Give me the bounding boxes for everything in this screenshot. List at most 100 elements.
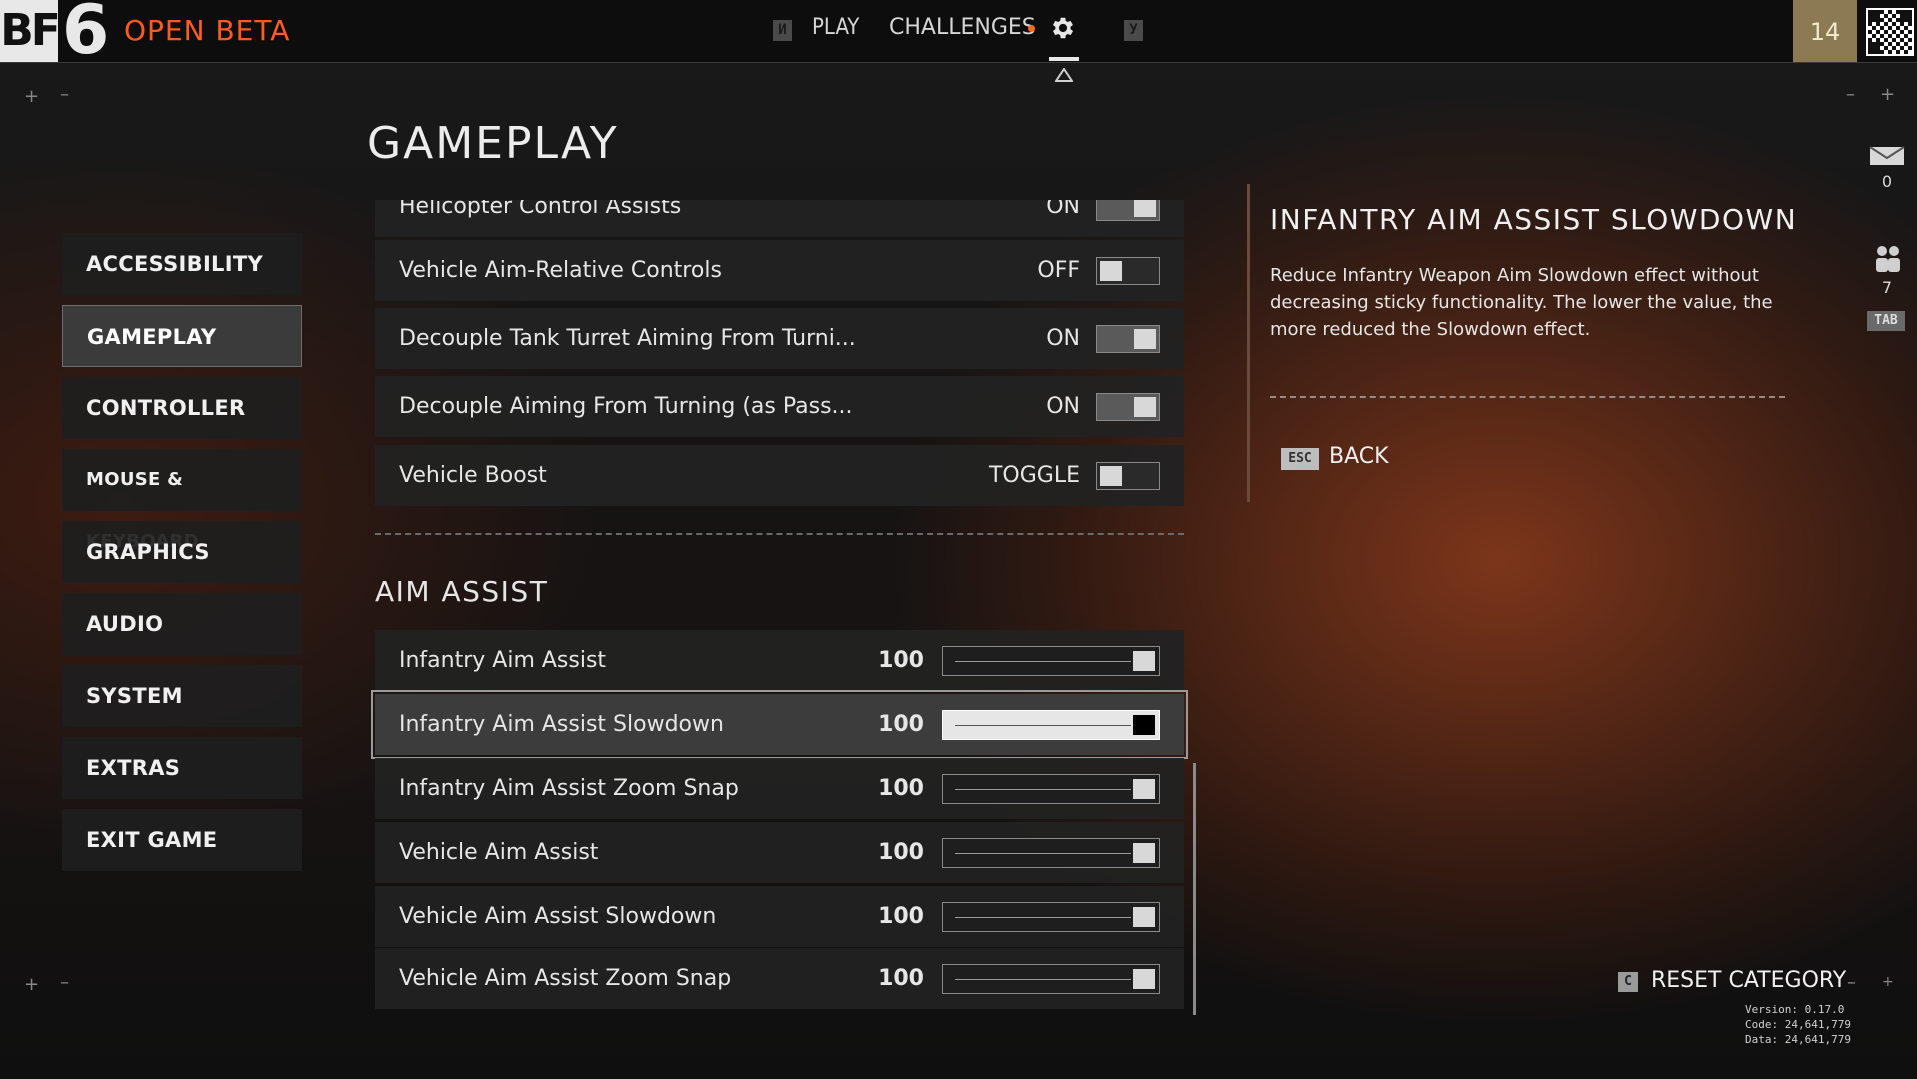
setting-value: 100: [878, 840, 924, 865]
triangle-up-icon: [1055, 68, 1073, 82]
version-text: Version: 0.17.0: [1745, 1003, 1845, 1016]
sidebar-item-controller[interactable]: CONTROLLER: [62, 377, 302, 439]
setting-value: ON: [1046, 326, 1080, 351]
mail-icon[interactable]: [1869, 146, 1905, 166]
build-info: Version: 0.17.0 Code: 24,641,779 Data: 2…: [1745, 1002, 1851, 1047]
reset-category-button[interactable]: RESET CATEGORY: [1651, 968, 1846, 993]
setting-label: Decouple Tank Turret Aiming From Turni..…: [399, 326, 856, 351]
setting-label: Infantry Aim Assist Slowdown: [399, 712, 724, 737]
active-tab-indicator: [1049, 57, 1079, 61]
info-panel-divider: [1270, 396, 1785, 398]
corner-mark: +: [1880, 84, 1896, 105]
sidebar-item-graphics[interactable]: GRAPHICS: [62, 521, 302, 583]
sidebar-item-gameplay[interactable]: GAMEPLAY: [62, 305, 302, 367]
gear-icon[interactable]: [1049, 14, 1077, 42]
squad-count: 7: [1881, 278, 1893, 297]
toggle-switch[interactable]: [1096, 462, 1160, 490]
slider-thumb[interactable]: [1133, 969, 1155, 989]
code-text: Code: 24,641,779: [1745, 1018, 1851, 1031]
setting-row[interactable]: Vehicle Aim-Relative Controls OFF: [375, 240, 1184, 301]
toggle-switch[interactable]: [1096, 393, 1160, 421]
slider-thumb[interactable]: [1133, 779, 1155, 799]
setting-value: OFF: [1037, 258, 1080, 283]
data-text: Data: 24,641,779: [1745, 1033, 1851, 1046]
corner-mark: +: [24, 974, 40, 995]
game-logo-number: 6: [62, 0, 110, 70]
setting-row[interactable]: Vehicle Aim Assist Slowdown 100: [375, 886, 1184, 947]
player-emblem-icon[interactable]: [1866, 8, 1914, 56]
sidebar-item-exit-game[interactable]: EXIT GAME: [62, 809, 302, 871]
slider[interactable]: [942, 964, 1160, 994]
corner-mark: –: [1846, 84, 1855, 105]
sidebar-item-mouse-keyboard[interactable]: MOUSE & KEYBOARD: [62, 449, 302, 552]
setting-label: Vehicle Aim Assist Zoom Snap: [399, 966, 732, 991]
tab-play[interactable]: PLAY: [812, 15, 859, 40]
setting-row[interactable]: Decouple Aiming From Turning (as Pass...…: [375, 376, 1184, 437]
slider[interactable]: [942, 838, 1160, 868]
messages-count: 0: [1881, 172, 1893, 191]
back-button[interactable]: BACK: [1329, 444, 1389, 469]
slider[interactable]: [942, 774, 1160, 804]
nav-prev-key[interactable]: И: [773, 20, 792, 41]
setting-row[interactable]: Decouple Tank Turret Aiming From Turni..…: [375, 308, 1184, 369]
setting-value: 100: [878, 966, 924, 991]
setting-label: Decouple Aiming From Turning (as Pass...: [399, 394, 853, 419]
setting-value: ON: [1046, 200, 1080, 219]
setting-label: Infantry Aim Assist Zoom Snap: [399, 776, 739, 801]
setting-row-selected[interactable]: Infantry Aim Assist Slowdown 100: [371, 690, 1188, 759]
setting-row[interactable]: Vehicle Aim Assist 100: [375, 822, 1184, 883]
setting-label: Vehicle Boost: [399, 463, 547, 488]
corner-mark: –: [60, 84, 69, 105]
info-panel-title: INFANTRY AIM ASSIST SLOWDOWN: [1270, 203, 1798, 236]
setting-row[interactable]: Infantry Aim Assist Zoom Snap 100: [375, 758, 1184, 819]
setting-row[interactable]: Vehicle Boost TOGGLE: [375, 445, 1184, 506]
page-title: GAMEPLAY: [367, 118, 619, 169]
setting-label: Vehicle Aim-Relative Controls: [399, 258, 722, 283]
setting-value: 100: [878, 712, 924, 737]
reset-key[interactable]: C: [1618, 972, 1638, 992]
edition-label: OPEN BETA: [124, 14, 291, 47]
section-divider: [375, 533, 1184, 535]
tab-key[interactable]: TAB: [1867, 311, 1905, 331]
setting-label: Vehicle Aim Assist Slowdown: [399, 904, 717, 929]
setting-value: 100: [878, 904, 924, 929]
setting-value: ON: [1046, 394, 1080, 419]
sidebar-item-extras[interactable]: EXTRAS: [62, 737, 302, 799]
corner-mark: –: [60, 972, 69, 993]
slider[interactable]: [942, 902, 1160, 932]
info-panel-description: Reduce Infantry Weapon Aim Slowdown effe…: [1270, 265, 1773, 340]
tab-challenges[interactable]: CHALLENGES: [889, 15, 1036, 40]
setting-value: 100: [878, 648, 924, 673]
squad-icon[interactable]: [1874, 244, 1902, 274]
slider[interactable]: [942, 646, 1160, 676]
sidebar-item-accessibility[interactable]: ACCESSIBILITY: [62, 233, 302, 295]
section-heading-aim-assist: AIM ASSIST: [375, 575, 549, 608]
settings-list-upper: Helicopter Control Assists ON Vehicle Ai…: [375, 200, 1184, 506]
corner-mark: +: [24, 86, 40, 107]
slider-thumb[interactable]: [1133, 907, 1155, 927]
esc-key[interactable]: ESC: [1281, 448, 1319, 470]
slider[interactable]: [942, 710, 1160, 740]
scrollbar[interactable]: [1193, 763, 1196, 1015]
corner-mark: –: [1847, 972, 1856, 993]
corner-mark: +: [1882, 974, 1894, 990]
toggle-switch[interactable]: [1096, 257, 1160, 285]
sidebar-item-audio[interactable]: AUDIO: [62, 593, 302, 655]
setting-label: Infantry Aim Assist: [399, 648, 607, 673]
toggle-switch[interactable]: [1096, 200, 1160, 221]
slider-thumb[interactable]: [1133, 843, 1155, 863]
slider-thumb[interactable]: [1133, 651, 1155, 671]
setting-label: Vehicle Aim Assist: [399, 840, 599, 865]
setting-value: 100: [878, 776, 924, 801]
toggle-switch[interactable]: [1096, 325, 1160, 353]
sidebar-item-system[interactable]: SYSTEM: [62, 665, 302, 727]
notification-dot: [1028, 25, 1035, 32]
setting-row[interactable]: Vehicle Aim Assist Zoom Snap 100: [375, 948, 1184, 1009]
setting-value: TOGGLE: [988, 463, 1080, 488]
setting-row[interactable]: Helicopter Control Assists ON: [375, 200, 1184, 237]
game-logo: BF: [0, 0, 61, 62]
player-level-badge[interactable]: 14: [1793, 0, 1857, 62]
setting-row[interactable]: Infantry Aim Assist 100: [375, 630, 1184, 691]
nav-next-key[interactable]: У: [1124, 20, 1143, 41]
slider-thumb[interactable]: [1133, 715, 1155, 735]
